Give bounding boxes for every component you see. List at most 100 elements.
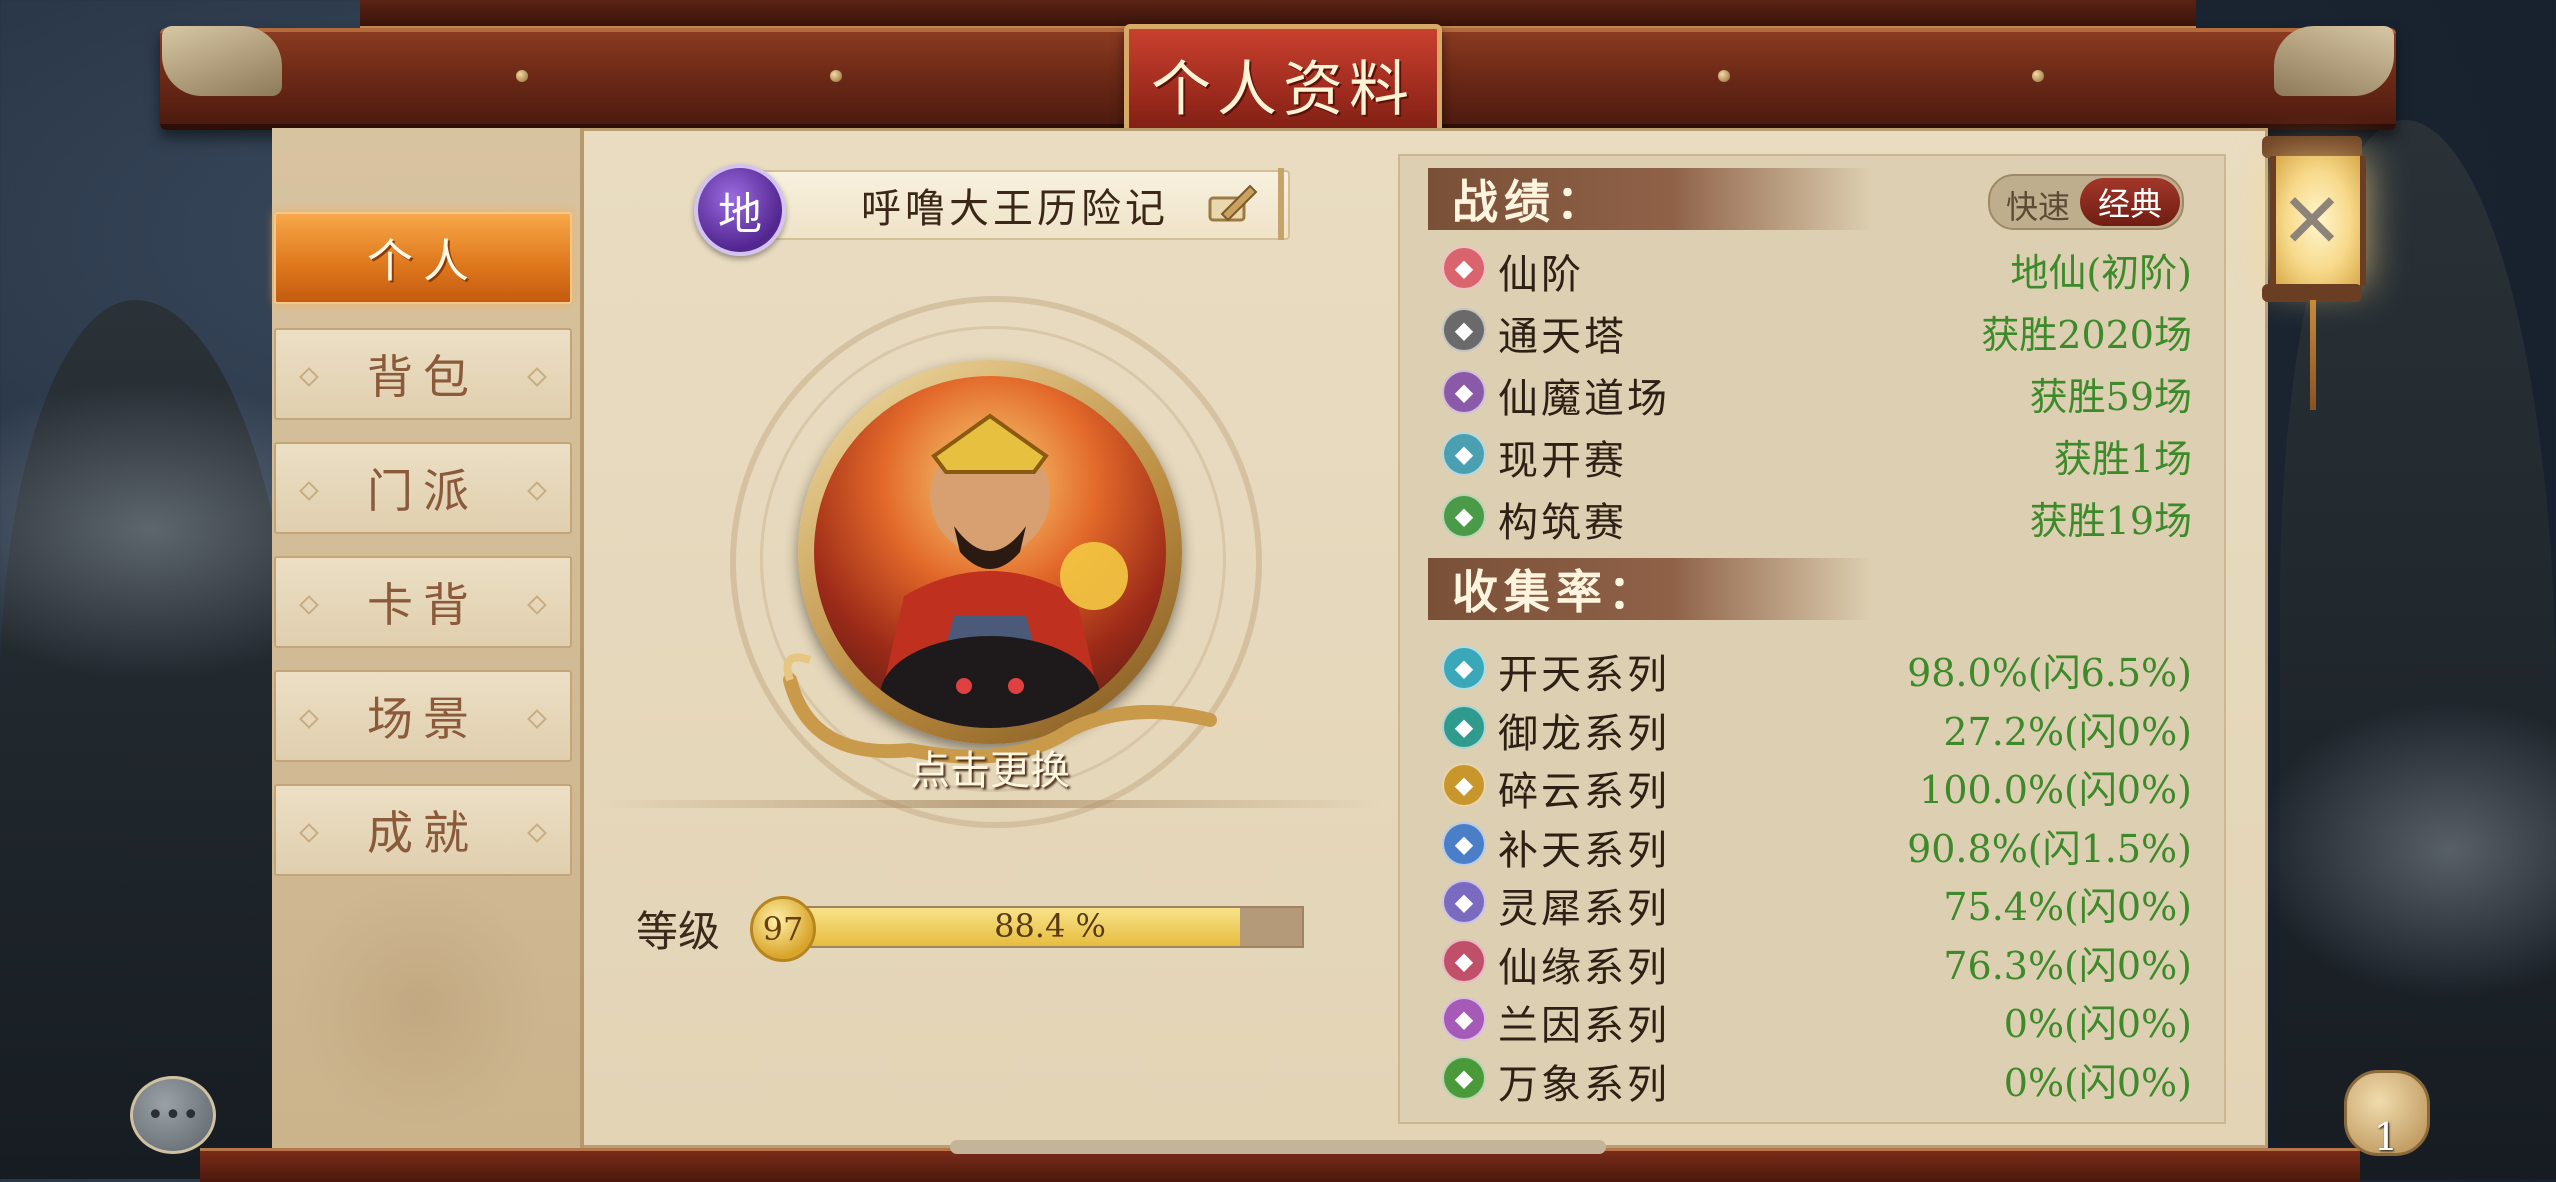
close-button[interactable]: ✕	[2270, 175, 2354, 265]
record-section-header: 战绩：	[1428, 168, 1872, 230]
record-label: 仙阶	[1498, 252, 1584, 298]
record-row: ◆ 现开赛 获胜1场	[1442, 426, 2192, 484]
sidebar-item-scene[interactable]: 场景	[274, 670, 572, 762]
collection-row: ◆ 御龙系列 27.2%(闪0%)	[1442, 699, 2192, 757]
record-row: ◆ 仙阶 地仙(初阶)	[1442, 240, 2192, 298]
sidebar-ornament	[290, 880, 550, 1130]
beam-corner-right	[2274, 26, 2394, 96]
collection-row: ◆ 仙缘系列 76.3%(闪0%)	[1442, 933, 2192, 991]
level-badge: 97	[750, 896, 816, 962]
diamond-ornament	[527, 709, 547, 729]
collection-row: ◆ 兰因系列 0%(闪0%)	[1442, 991, 2192, 1049]
change-avatar-label[interactable]: 点击更换	[880, 740, 1100, 794]
sidebar-item-bag[interactable]: 背包	[274, 328, 572, 420]
diamond-ornament	[299, 823, 319, 843]
beam-bolt	[1718, 70, 1730, 82]
collection-label: 碎云系列	[1498, 769, 1670, 815]
collection-label: 仙缘系列	[1498, 944, 1670, 991]
record-title: 战绩：	[1452, 175, 1608, 229]
sidebar-item-label: 背包	[367, 350, 479, 404]
sky-icon: ◆	[1442, 821, 1486, 866]
close-icon: ✕	[2280, 175, 2344, 265]
collection-value: 75.4%(闪0%)	[1943, 885, 2192, 929]
chat-button[interactable]: •••	[130, 1076, 216, 1154]
orchid-icon: ◆	[1442, 997, 1486, 1041]
kaitian-icon: ◆	[1442, 646, 1486, 690]
chat-icon: •••	[146, 1097, 200, 1133]
sidebar-item-achievement[interactable]: 成就	[274, 784, 572, 876]
star-icon: ◆	[1442, 246, 1486, 290]
collection-section-header: 收集率：	[1428, 558, 1872, 620]
record-row: ◆ 通天塔 获胜2020场	[1442, 302, 2192, 360]
beam-corner-left	[162, 26, 282, 96]
collection-row: ◆ 补天系列 90.8%(闪1.5%)	[1442, 816, 2192, 874]
rank-badge-text: 地	[718, 189, 762, 240]
lantern-tassel	[2310, 300, 2316, 410]
collection-value: 90.8%(闪1.5%)	[1907, 826, 2192, 871]
crane-icon: ◆	[1442, 370, 1486, 414]
collection-row: ◆ 开天系列 98.0%(闪6.5%)	[1442, 640, 2192, 698]
mode-toggle[interactable]: 快速 经典	[1988, 174, 2184, 230]
collection-label: 开天系列	[1498, 652, 1670, 698]
beam-bolt	[2032, 70, 2044, 82]
collection-value: 100.0%(闪0%)	[1919, 768, 2192, 812]
page-title: 个人资料	[1151, 54, 1415, 125]
record-label: 仙魔道场	[1498, 376, 1670, 422]
cloud-icon: ◆	[1442, 763, 1486, 807]
diamond-ornament	[527, 595, 547, 615]
collection-label: 万象系列	[1498, 1061, 1670, 1108]
fate-icon: ◆	[1442, 938, 1486, 983]
record-label: 构筑赛	[1498, 500, 1627, 546]
collection-row: ◆ 万象系列 0%(闪0%)	[1442, 1050, 2192, 1108]
record-value: 获胜1场	[2053, 437, 2192, 481]
record-row: ◆ 构筑赛 获胜19场	[1442, 488, 2192, 546]
collection-row: ◆ 灵犀系列 75.4%(闪0%)	[1442, 874, 2192, 932]
diamond-ornament	[299, 709, 319, 729]
leaf-icon: ◆	[1442, 1055, 1486, 1100]
beam-bolt	[830, 70, 842, 82]
rhino-icon: ◆	[1442, 880, 1486, 924]
dragon-icon: ◆	[1442, 704, 1486, 749]
record-value: 获胜19场	[2029, 499, 2192, 543]
lantern-cap	[2262, 136, 2362, 158]
title-plaque: 个人资料	[1124, 24, 1442, 144]
sidebar-item-label: 门派	[367, 464, 479, 518]
level-label: 等级	[636, 907, 721, 956]
collection-value: 76.3%(闪0%)	[1943, 943, 2192, 988]
sidebar-item-label: 成就	[367, 806, 479, 860]
sidebar-item-personal[interactable]: 个人	[274, 212, 572, 304]
search-icon: ◆	[1442, 432, 1486, 476]
collection-value: 0%(闪0%)	[2003, 1002, 2192, 1046]
tower-icon: ◆	[1442, 308, 1486, 352]
collection-value: 0%(闪0%)	[2003, 1060, 2192, 1105]
edit-name-icon[interactable]	[1206, 180, 1260, 226]
collection-row: ◆ 碎云系列 100.0%(闪0%)	[1442, 757, 2192, 815]
diamond-ornament	[299, 481, 319, 501]
beam-bolt	[516, 70, 528, 82]
collection-label: 补天系列	[1498, 827, 1670, 874]
record-value: 地仙(初阶)	[2010, 251, 2192, 295]
mode-option-quick[interactable]: 快速	[2006, 182, 2070, 228]
record-label: 通天塔	[1498, 314, 1627, 360]
diamond-ornament	[299, 367, 319, 387]
sidebar-item-label: 场景	[367, 692, 479, 746]
collection-value: 98.0%(闪6.5%)	[1907, 651, 2192, 695]
rank-badge: 地	[694, 164, 786, 256]
name-bar-end	[1278, 168, 1284, 240]
sidebar-item-sect[interactable]: 门派	[274, 442, 572, 534]
level-progress-text: 88.4 %	[994, 907, 1106, 945]
build-icon: ◆	[1442, 494, 1486, 538]
collection-label: 御龙系列	[1498, 710, 1670, 757]
record-value: 获胜2020场	[1981, 313, 2192, 357]
scroll-handle[interactable]	[950, 1140, 1606, 1154]
player-name: 呼噜大王历险记	[861, 186, 1169, 232]
diamond-ornament	[527, 481, 547, 501]
background-mist-right	[2250, 700, 2556, 1000]
collection-title: 收集率：	[1452, 565, 1660, 619]
record-label: 现开赛	[1498, 438, 1627, 484]
mode-option-classic[interactable]: 经典	[2080, 178, 2180, 226]
sidebar-item-card-back[interactable]: 卡背	[274, 556, 572, 648]
sidebar-item-label: 个人	[367, 234, 479, 288]
portrait-shelf	[600, 800, 1380, 808]
diamond-ornament	[299, 595, 319, 615]
